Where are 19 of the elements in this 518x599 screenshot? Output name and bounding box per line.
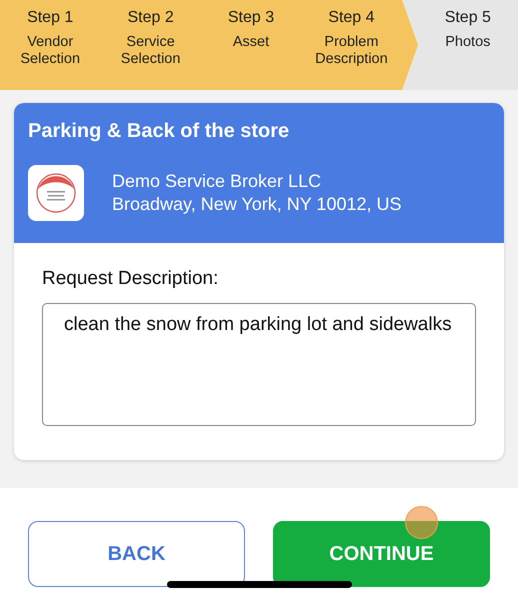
step-number: Step 2 <box>127 8 174 28</box>
vendor-logo <box>28 165 84 221</box>
continue-button[interactable]: CONTINUE <box>273 521 490 587</box>
step-number: Step 3 <box>228 8 274 28</box>
step-number: Step 4 <box>328 8 375 28</box>
step-label: Photos <box>444 34 492 51</box>
vendor-name: Demo Service Broker LLC <box>112 170 322 193</box>
step-label: Service Selection <box>120 34 182 68</box>
step-number: Step 5 <box>444 8 491 28</box>
request-label: Request Description: <box>42 267 220 291</box>
step-label: Problem Description <box>314 34 389 68</box>
request-description-field[interactable]: clean the snow from parking lot and sidewalks <box>42 303 476 426</box>
touch-indicator <box>405 506 438 539</box>
vendor-address: Broadway, New York, NY 10012, US <box>112 193 402 216</box>
step-label: Vendor Selection <box>19 34 82 68</box>
step-number: Step 1 <box>27 8 74 28</box>
location-title: Parking & Back of the store <box>28 119 290 143</box>
back-button[interactable]: BACK <box>28 521 245 587</box>
step-label: Asset <box>232 34 270 51</box>
